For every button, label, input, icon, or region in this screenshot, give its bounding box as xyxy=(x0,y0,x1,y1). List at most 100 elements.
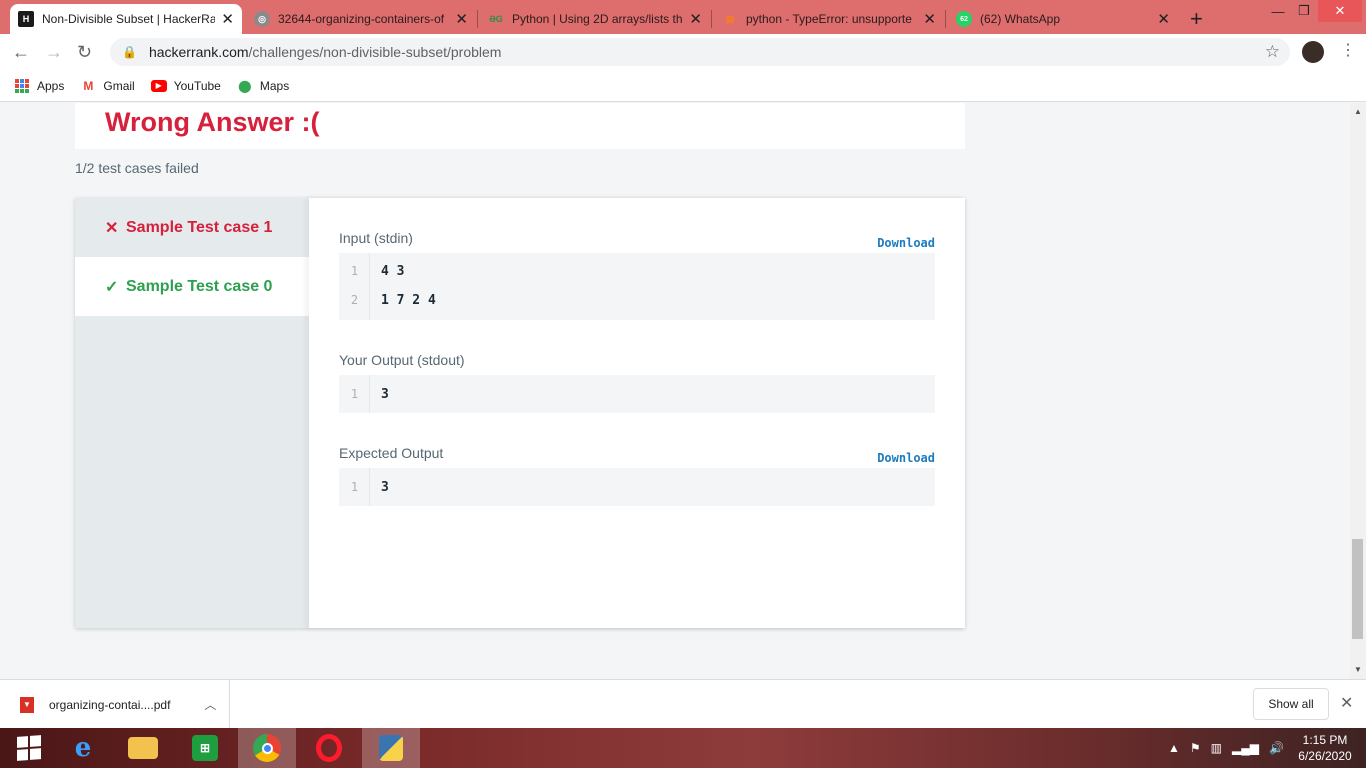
store-button[interactable]: ⊞ xyxy=(176,728,234,768)
hackerrank-icon: H xyxy=(18,11,34,27)
page-scrollbar[interactable]: ▲ ▼ xyxy=(1350,103,1366,679)
new-tab-button[interactable]: + xyxy=(1190,6,1203,32)
profile-avatar[interactable] xyxy=(1302,41,1324,63)
page-content: Wrong Answer :( 1/2 test cases failed ✕ … xyxy=(0,103,1350,679)
chrome-button[interactable] xyxy=(238,728,296,768)
expected-label: Expected Output xyxy=(339,445,444,461)
show-hidden-icons-icon[interactable]: ▲ xyxy=(1168,741,1180,755)
bookmark-maps[interactable]: ⬤ Maps xyxy=(237,78,289,94)
gmail-icon: M xyxy=(83,78,94,93)
tab-separator xyxy=(711,10,712,28)
reload-icon[interactable]: ↻ xyxy=(77,42,92,63)
network-icon[interactable]: ▥ xyxy=(1211,741,1222,755)
test-case-detail: Input (stdin) Download 1 4 3 2 1 7 2 4 Y… xyxy=(309,198,965,628)
geeksforgeeks-icon: ƏG xyxy=(489,14,503,24)
code-line: 1 4 3 xyxy=(339,261,935,281)
tab-title: Non-Divisible Subset | HackerRa xyxy=(42,12,216,26)
whatsapp-icon: 62 xyxy=(956,11,972,27)
tab-stackoverflow[interactable]: ▤ python - TypeError: unsupporte ✕ xyxy=(714,4,944,34)
notification-badge: 62 xyxy=(960,15,968,23)
taskbar-clock[interactable]: 1:15 PM 6/26/2020 xyxy=(1294,732,1356,764)
scrollbar-thumb[interactable] xyxy=(1352,539,1363,639)
clock-time: 1:15 PM xyxy=(1302,733,1348,747)
line-number: 1 xyxy=(350,480,359,494)
browser-tab-strip: H Non-Divisible Subset | HackerRa ✕ ◎ 32… xyxy=(0,0,1366,34)
chrome-icon xyxy=(253,734,281,762)
test-case-list: ✕ Sample Test case 1 ✓ Sample Test case … xyxy=(75,198,309,628)
close-tab-icon[interactable]: ✕ xyxy=(455,10,468,28)
internet-explorer-button[interactable]: e xyxy=(54,728,112,768)
tab-organizing-containers[interactable]: ◎ 32644-organizing-containers-of ✕ xyxy=(246,4,476,34)
url-domain: hackerrank.com xyxy=(148,44,249,60)
line-text: 4 3 xyxy=(381,263,405,279)
windows-taskbar: e ⊞ ▲ ⚑ ▥ ▂▄▆ 🔊 1:15 PM 6/26/2020 xyxy=(0,728,1366,768)
download-item[interactable]: ▼ organizing-contai....pdf ︿ xyxy=(0,680,230,729)
browser-toolbar: ← → ↻ 🔒 hackerrank.com/challenges/non-di… xyxy=(0,34,1366,70)
line-number: 1 xyxy=(350,264,359,278)
close-icon[interactable]: ✕ xyxy=(1340,693,1353,713)
bookmark-youtube[interactable]: ▶ YouTube xyxy=(150,79,221,93)
input-code-block: 1 4 3 2 1 7 2 4 xyxy=(339,253,935,320)
bookmark-gmail[interactable]: M Gmail xyxy=(80,78,134,94)
line-number: 2 xyxy=(350,293,359,307)
code-line: 2 1 7 2 4 xyxy=(339,290,935,310)
address-bar[interactable]: 🔒 hackerrank.com/challenges/non-divisibl… xyxy=(110,38,1290,66)
expected-code-block: 1 3 xyxy=(339,468,935,506)
volume-icon[interactable]: 🔊 xyxy=(1269,741,1284,755)
python-idle-icon xyxy=(379,735,403,761)
opera-icon xyxy=(316,734,342,762)
bookmarks-bar: Apps M Gmail ▶ YouTube ⬤ Maps xyxy=(0,70,1366,102)
close-window-button[interactable]: ✕ xyxy=(1318,0,1362,22)
file-explorer-button[interactable] xyxy=(114,728,172,768)
test-case-tab-1[interactable]: ✕ Sample Test case 1 xyxy=(75,198,309,257)
close-tab-icon[interactable]: ✕ xyxy=(923,10,936,28)
forward-arrow-icon[interactable]: → xyxy=(45,42,63,63)
scroll-up-arrow-icon[interactable]: ▲ xyxy=(1354,107,1362,116)
line-text: 3 xyxy=(381,386,389,402)
tab-title: 32644-organizing-containers-of xyxy=(278,12,445,26)
youtube-icon: ▶ xyxy=(150,79,167,92)
tab-title: Python | Using 2D arrays/lists th xyxy=(512,12,683,26)
windows-logo-icon xyxy=(17,735,41,761)
signal-bars-icon[interactable]: ▂▄▆ xyxy=(1232,741,1259,755)
show-all-button[interactable]: Show all xyxy=(1253,688,1329,720)
action-center-flag-icon[interactable]: ⚑ xyxy=(1190,741,1201,755)
url-path: /challenges/non-divisible-subset/problem xyxy=(248,44,502,60)
code-line: 1 3 xyxy=(339,477,935,497)
tab-separator xyxy=(945,10,946,28)
code-line: 1 3 xyxy=(339,384,935,404)
python-idle-button[interactable] xyxy=(362,728,420,768)
tab-hackerrank[interactable]: H Non-Divisible Subset | HackerRa ✕ xyxy=(10,4,242,34)
close-tab-icon[interactable]: ✕ xyxy=(689,10,702,28)
output-label: Your Output (stdout) xyxy=(339,352,465,368)
download-input-link[interactable]: Download xyxy=(877,236,935,250)
menu-dots-icon[interactable]: ⋮ xyxy=(1340,40,1356,60)
download-filename: organizing-contai....pdf xyxy=(49,697,171,712)
output-code-block: 1 3 xyxy=(339,375,935,413)
bookmark-apps[interactable]: Apps xyxy=(14,78,64,94)
stackoverflow-icon: ▤ xyxy=(725,13,735,24)
test-summary: 1/2 test cases failed xyxy=(75,160,199,176)
bookmark-star-icon[interactable]: ☆ xyxy=(1265,42,1280,62)
download-expected-link[interactable]: Download xyxy=(877,451,935,465)
close-tab-icon[interactable]: ✕ xyxy=(1157,10,1170,28)
check-circle-icon: ✓ xyxy=(105,278,119,296)
clock-date: 6/26/2020 xyxy=(1298,749,1352,763)
test-case-panel: ✕ Sample Test case 1 ✓ Sample Test case … xyxy=(75,198,965,628)
start-button[interactable] xyxy=(0,728,58,768)
result-title: Wrong Answer :( xyxy=(105,107,320,137)
scroll-down-arrow-icon[interactable]: ▼ xyxy=(1354,665,1362,674)
close-tab-icon[interactable]: ✕ xyxy=(221,10,234,28)
bookmark-label: Apps xyxy=(37,78,65,93)
pdf-file-icon: ▼ xyxy=(20,696,34,713)
system-tray: ▲ ⚑ ▥ ▂▄▆ 🔊 xyxy=(1168,728,1294,768)
chevron-up-icon[interactable]: ︿ xyxy=(204,696,216,713)
cross-icon: ✕ xyxy=(105,219,119,237)
opera-button[interactable] xyxy=(300,728,358,768)
file-explorer-icon xyxy=(128,737,158,759)
download-shelf: ▼ organizing-contai....pdf ︿ Show all ✕ xyxy=(0,679,1366,729)
test-case-tab-0[interactable]: ✓ Sample Test case 0 xyxy=(75,257,309,316)
tab-whatsapp[interactable]: 62 (62) WhatsApp ✕ xyxy=(948,4,1178,34)
tab-geeksforgeeks[interactable]: ƏG Python | Using 2D arrays/lists th ✕ xyxy=(480,4,710,34)
back-arrow-icon[interactable]: ← xyxy=(12,42,30,63)
